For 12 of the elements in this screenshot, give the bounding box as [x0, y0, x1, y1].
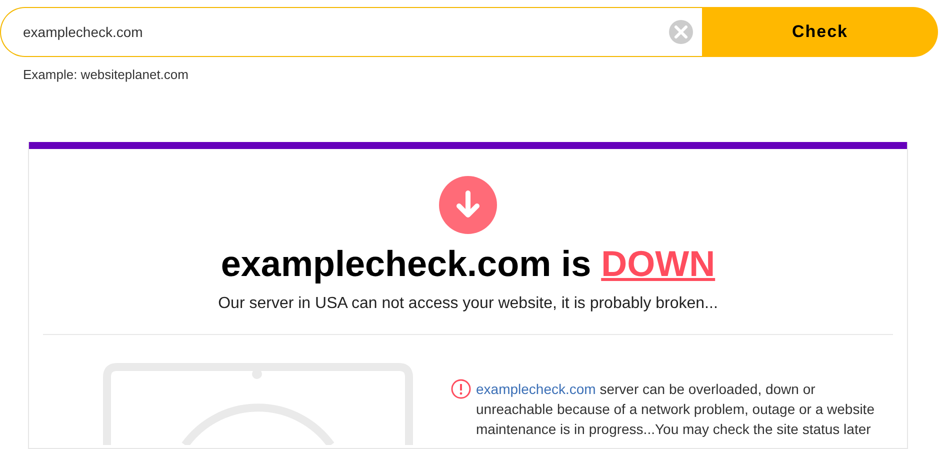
search-field[interactable]: examplecheck.com: [0, 7, 702, 57]
status-message: examplecheck.com server can be overloaded, down or unreachable because of a network problem, outage or a website maintenance is in progress...You may check the site status later: [476, 380, 876, 439]
clear-icon[interactable]: [669, 20, 693, 44]
status-subtitle: Our server in USA can not access your website, it is probably broken...: [218, 294, 718, 314]
search-value: examplecheck.com: [23, 22, 143, 42]
heading-word: is: [561, 242, 592, 286]
alert-icon: [451, 379, 471, 399]
domain-link[interactable]: examplecheck.com: [476, 381, 596, 397]
check-button[interactable]: Check: [702, 7, 938, 57]
status-label: DOWN: [601, 242, 716, 286]
example-hint: Example: websiteplanet.com: [23, 66, 188, 84]
domain-heading: examplecheck.com: [220, 242, 552, 286]
